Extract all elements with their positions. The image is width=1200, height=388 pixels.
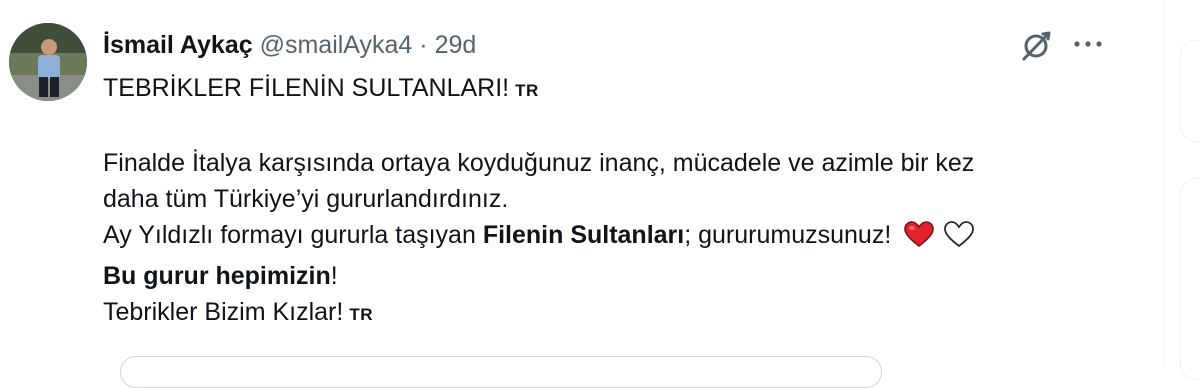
tweet-line-text: ; gururumuzsunuz! xyxy=(684,221,892,249)
tweet: İsmail Aykaç @smailAyka4 · 29d TEBRİKLER… xyxy=(0,0,1164,388)
tweet-line: Tebrikler Bizim Kızlar! TR xyxy=(103,294,1113,333)
author-handle[interactable]: @smailAyka4 xyxy=(260,31,413,59)
tweet-line: Ay Yıldızlı formayı gururla taşıyan File… xyxy=(103,217,1113,258)
translate-flag[interactable]: TR xyxy=(349,305,373,324)
author-name[interactable]: İsmail Aykaç xyxy=(103,31,253,59)
tweet-line-text: ! xyxy=(330,262,338,290)
tweet-line-text: daha tüm Türkiye’yi gururlandırdınız. xyxy=(103,185,509,213)
sidebar-card xyxy=(1180,178,1200,380)
tweet-line-text: Finalde İtalya karşısında ortaya koyduğu… xyxy=(103,149,975,177)
white-heart-icon xyxy=(944,221,975,258)
bold-text: Filenin Sultanları xyxy=(482,221,685,249)
grok-slash-icon[interactable] xyxy=(1018,28,1054,64)
bold-text: Bu gurur hepimizin xyxy=(103,262,331,290)
more-horizontal-icon[interactable] xyxy=(1068,28,1108,60)
avatar[interactable] xyxy=(9,23,87,101)
tweet-text: TEBRİKLER FİLENİN SULTANLARI! TR Finalde … xyxy=(103,70,1113,333)
translate-flag[interactable]: TR xyxy=(515,81,539,100)
tweet-line: Bu gurur hepimizin! xyxy=(103,258,1113,294)
separator: · xyxy=(419,31,428,59)
tweet-line-text: Ay Yıldızlı formayı gururla taşıyan xyxy=(103,221,483,249)
tweet-line-text: TEBRİKLER FİLENİN SULTANLARI! xyxy=(103,74,510,102)
tweet-line: Finalde İtalya karşısında ortaya koyduğu… xyxy=(103,145,1113,181)
tweet-line: daha tüm Türkiye’yi gururlandırdınız. xyxy=(103,181,1113,217)
sidebar-card xyxy=(1180,40,1200,142)
tweet-line-text: Tebrikler Bizim Kızlar! xyxy=(103,298,344,326)
tweet-header: İsmail Aykaç @smailAyka4 · 29d xyxy=(103,28,476,62)
red-heart-icon xyxy=(904,221,935,258)
timestamp[interactable]: 29d xyxy=(435,31,477,59)
tweet-line: TEBRİKLER FİLENİN SULTANLARI! TR xyxy=(103,70,1113,109)
media-card-edge xyxy=(120,356,882,388)
